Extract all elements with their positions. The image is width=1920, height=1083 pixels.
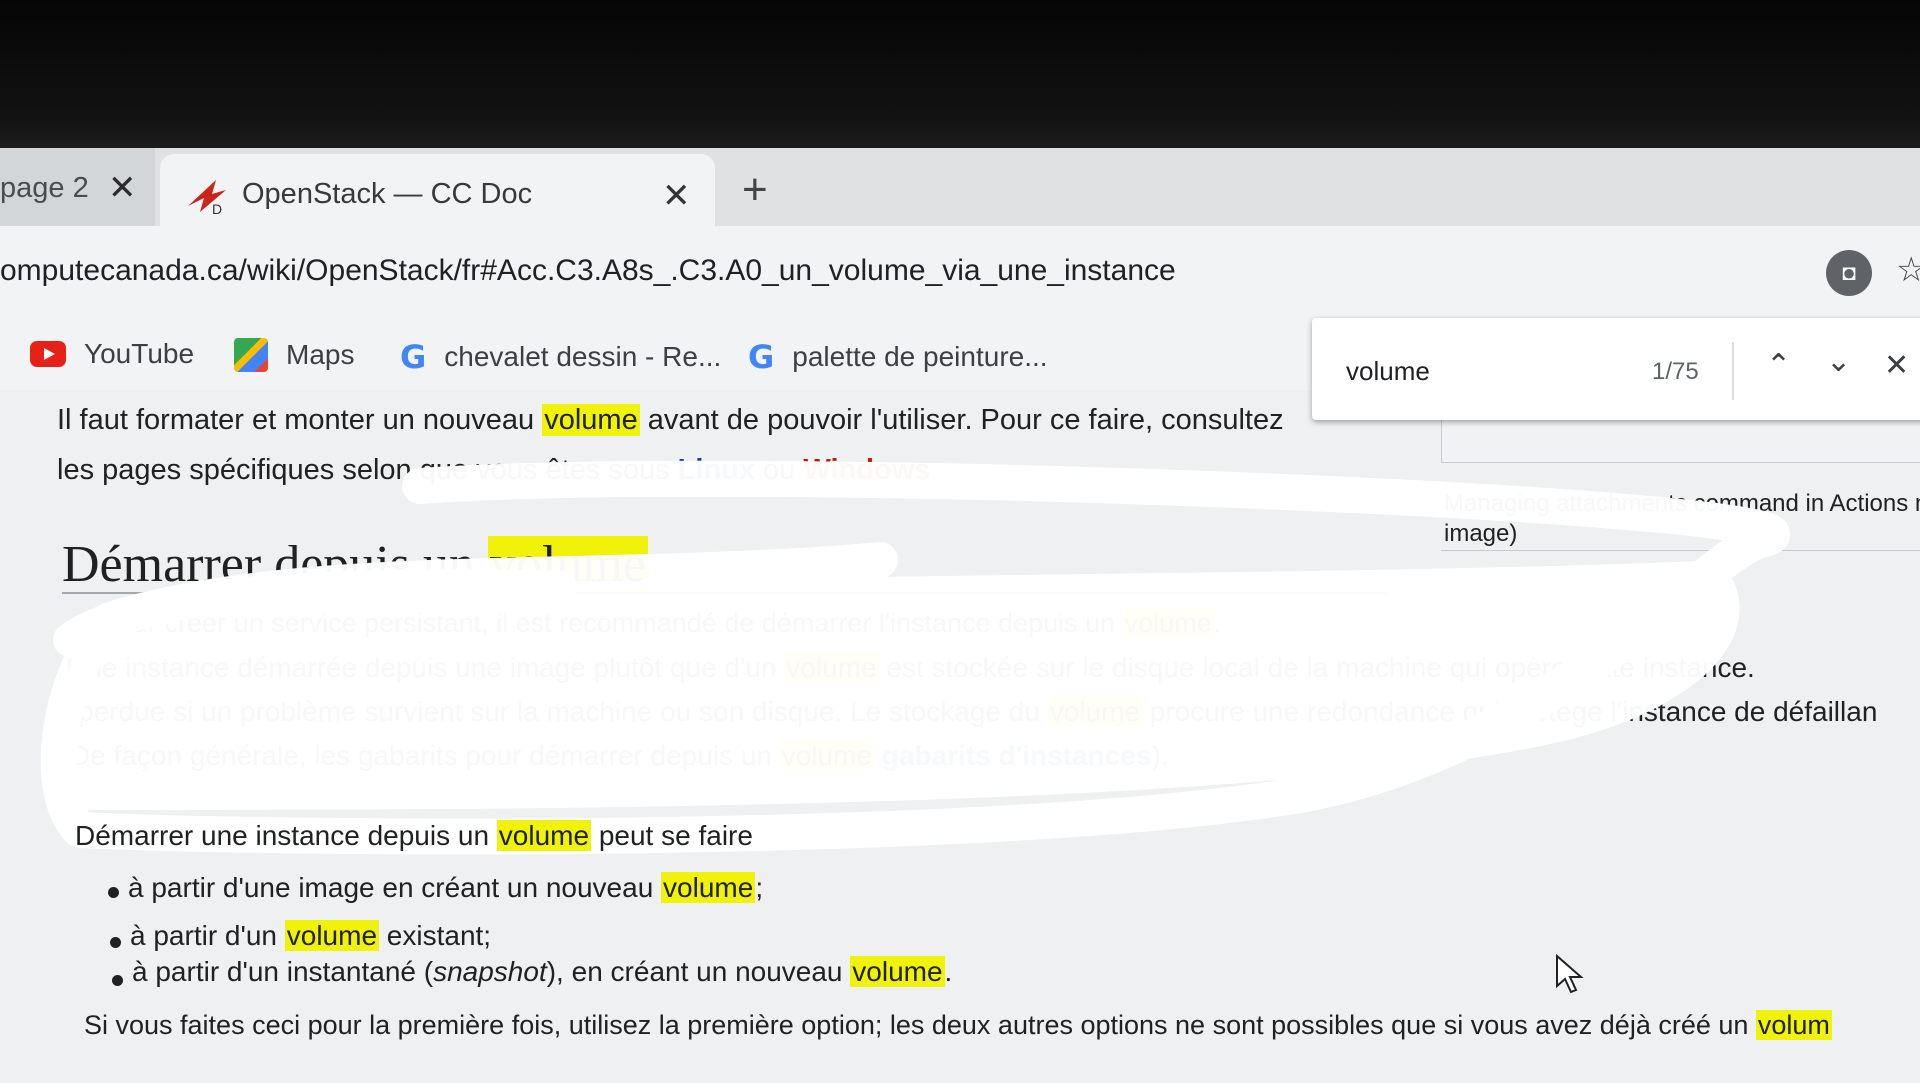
divider: [1441, 550, 1920, 551]
text: à partir d'un: [130, 920, 285, 951]
intro-line-2: les pages spécifiques selon que vous ête…: [57, 454, 930, 487]
sidebar-caption-cont: image): [1444, 520, 1518, 547]
text: est stockée sur le disque local de la ma…: [878, 652, 1755, 683]
bookmark-star-icon[interactable]: ☆: [1896, 250, 1920, 290]
last-line: Si vous faites ceci pour la première foi…: [84, 1010, 1832, 1041]
section-heading: Démarrer depuis un volume: [62, 535, 648, 594]
option-3: à partir d'un instantané (snapshot), en …: [132, 956, 952, 988]
paragraph-line-2: Une instance démarrée depuis une image p…: [66, 652, 1755, 684]
bookmark-youtube[interactable]: YouTube: [30, 338, 194, 370]
google-icon: G: [748, 338, 775, 376]
text: Si vous faites ceci pour la première foi…: [84, 1010, 1756, 1040]
google-lens-icon[interactable]: ◘: [1826, 250, 1872, 296]
bookmark-label: chevalet dessin - Re...: [444, 341, 722, 372]
google-icon: G: [400, 338, 427, 376]
boot-intro: Démarrer une instance depuis un volume p…: [75, 820, 753, 852]
page-content: Managing attachments command in Actions …: [0, 390, 1920, 1083]
sidebar-caption: Managing attachments command in Actions …: [1444, 490, 1920, 517]
text: existant;: [379, 920, 492, 951]
search-highlight: volume: [779, 740, 875, 771]
bookmark-maps[interactable]: Maps: [234, 338, 354, 372]
intro-line-1: Il faut formater et monter un nouveau vo…: [57, 404, 1284, 437]
search-highlight: volume: [284, 920, 380, 951]
search-highlight: volume: [487, 536, 648, 593]
chevron-up-icon[interactable]: ⌃: [1766, 348, 1791, 383]
search-highlight: volume: [542, 404, 640, 436]
tab-label: page 2: [0, 172, 89, 204]
find-match-count: 1/75: [1652, 358, 1699, 385]
url-field[interactable]: omputecanada.ca/wiki/OpenStack/fr#Acc.C3…: [0, 254, 1176, 288]
tab-page-2[interactable]: page 2 ✕: [0, 148, 155, 226]
bookmark-chevalet[interactable]: G chevalet dessin - Re...: [400, 338, 721, 376]
search-highlight: volume: [661, 872, 756, 903]
text: Il faut formater et monter un nouveau: [57, 404, 543, 436]
text: avant de pouvoir l'utiliser. Pour ce fai…: [639, 404, 1284, 436]
monitor-bezel: [0, 0, 1920, 148]
text: De façon générale, les gabarits pour dém…: [70, 740, 780, 771]
text: Pour créer un service persistant, il est…: [100, 608, 1123, 638]
text: [874, 740, 882, 771]
italic-text: snapshot: [433, 956, 547, 987]
close-icon[interactable]: ✕: [1884, 348, 1909, 383]
text: perdue si un problème survient sur la ma…: [78, 696, 1048, 727]
tab-label: OpenStack — CC Doc: [242, 178, 533, 210]
text: ).: [1151, 740, 1169, 771]
tab-openstack[interactable]: D OpenStack — CC Doc ✕: [160, 154, 715, 226]
bullet: [112, 975, 123, 986]
bookmark-palette[interactable]: G palette de peinture...: [748, 338, 1048, 376]
search-highlight: volume: [1122, 608, 1214, 638]
find-in-page-bar: volume 1/75 ⌃ ⌄ ✕: [1312, 318, 1920, 420]
search-highlight: volume: [850, 956, 945, 987]
paragraph-line-4: De façon générale, les gabarits pour dém…: [70, 740, 1169, 772]
address-bar: omputecanada.ca/wiki/OpenStack/fr#Acc.C3…: [0, 226, 1920, 320]
bullet: [110, 937, 121, 948]
new-tab-button[interactable]: +: [742, 168, 768, 212]
search-highlight: volum: [1755, 1010, 1832, 1040]
cc-doc-favicon-icon: D: [188, 180, 226, 216]
heading-text: Démarrer depuis un: [62, 536, 488, 593]
bookmark-label: palette de peinture...: [792, 341, 1048, 372]
divider: [1732, 342, 1734, 400]
close-icon[interactable]: ✕: [662, 176, 691, 216]
text: ou: [755, 454, 804, 486]
search-highlight: volume: [1047, 696, 1142, 727]
link-linux[interactable]: Linux: [678, 454, 755, 486]
text: les pages spécifiques selon que vous ête…: [57, 454, 678, 486]
link-gabarits[interactable]: gabarits d'instances: [882, 740, 1152, 771]
search-highlight: volume: [784, 652, 879, 683]
option-1: à partir d'une image en créant un nouvea…: [128, 872, 763, 904]
text: Démarrer une instance depuis un: [75, 820, 497, 851]
browser-window: page 2 ✕ D OpenStack — CC Doc ✕ + ompute…: [0, 148, 1920, 1083]
bookmark-label: YouTube: [84, 338, 195, 369]
youtube-icon: [30, 341, 66, 367]
text: à partir d'une image en créant un nouvea…: [128, 872, 662, 903]
option-2: à partir d'un volume existant;: [130, 920, 491, 952]
text: procure une redondance qui protège l'ins…: [1141, 696, 1878, 727]
mouse-cursor-icon: [1556, 954, 1584, 994]
bullet: [108, 887, 119, 898]
paragraph-line-1: Pour créer un service persistant, il est…: [100, 608, 1221, 639]
maps-icon: [234, 338, 268, 372]
text: ;: [755, 872, 764, 903]
heading-underline: [62, 592, 1387, 594]
text: .: [1213, 608, 1222, 638]
close-icon[interactable]: ✕: [108, 168, 137, 208]
text: .: [944, 956, 953, 987]
bookmark-label: Maps: [286, 339, 355, 370]
svg-text:D: D: [212, 201, 222, 216]
paragraph-line-3: perdue si un problème survient sur la ma…: [78, 696, 1877, 728]
link-windows[interactable]: Windows: [803, 454, 930, 486]
find-input[interactable]: volume: [1346, 356, 1430, 387]
text: à partir d'un instantané (: [132, 956, 434, 987]
chevron-down-icon[interactable]: ⌄: [1826, 344, 1851, 379]
tab-strip: page 2 ✕ D OpenStack — CC Doc ✕ +: [0, 148, 1920, 226]
text: ), en créant un nouveau: [546, 956, 851, 987]
search-highlight: volume: [496, 820, 592, 851]
text: Une instance démarrée depuis une image p…: [66, 652, 785, 683]
text: peut se faire: [591, 820, 753, 851]
